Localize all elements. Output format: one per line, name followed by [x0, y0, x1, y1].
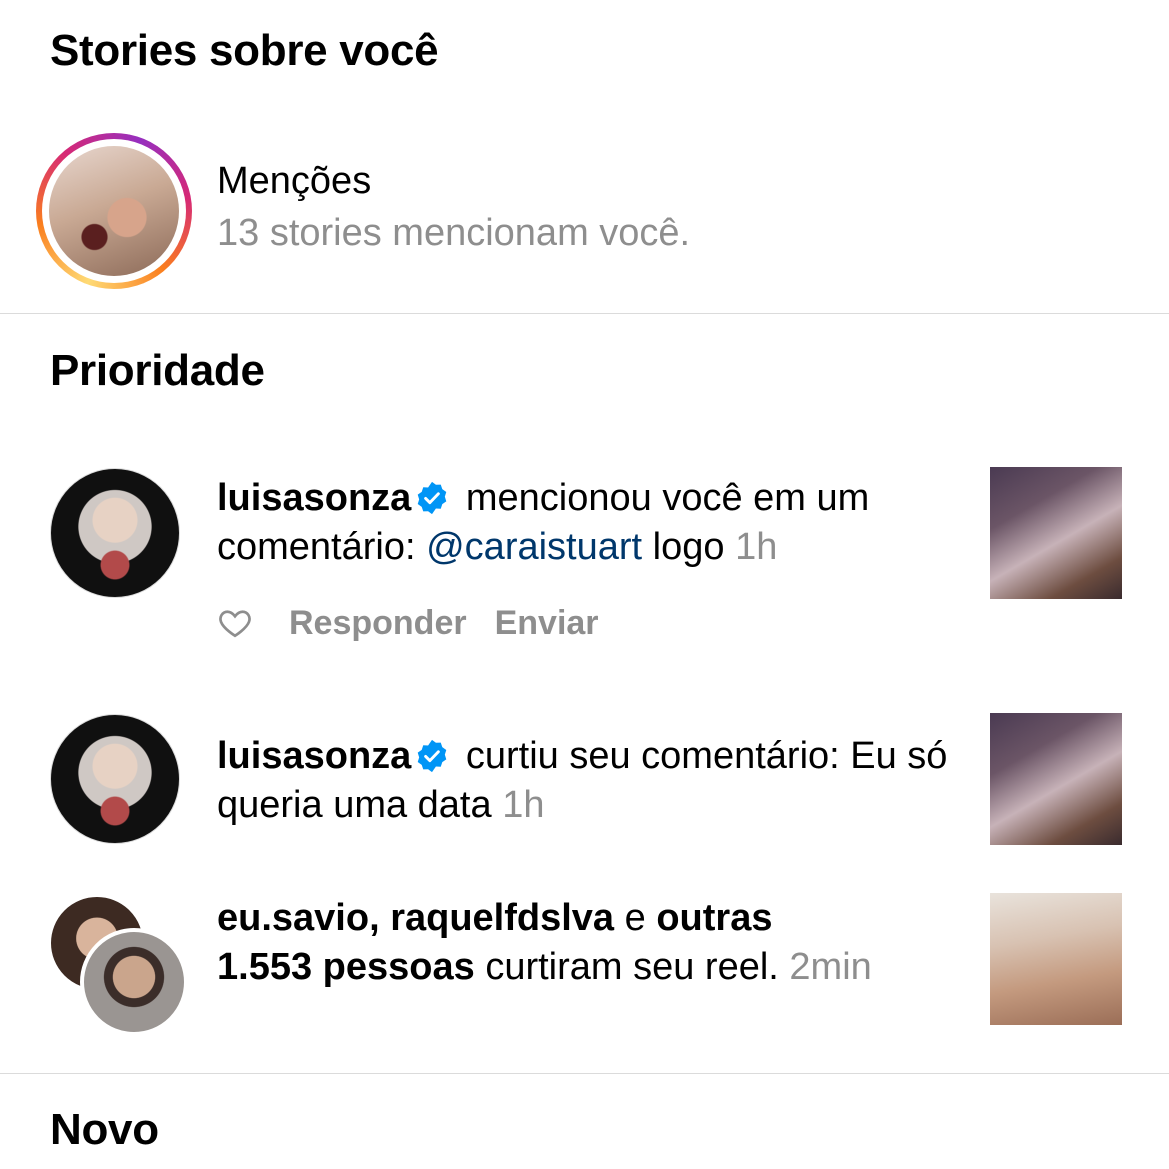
notification-action: curtiram seu reel. [485, 946, 779, 988]
notification-text[interactable]: luisasonza mencionou você em um comentár… [217, 474, 957, 572]
separator: , [369, 897, 380, 939]
post-thumbnail[interactable] [990, 713, 1122, 845]
reel-thumbnail[interactable] [990, 893, 1122, 1025]
mentions-story-avatar[interactable] [36, 133, 192, 289]
avatar-luisasonza[interactable] [50, 714, 180, 844]
priority-section-title: Prioridade [50, 346, 265, 395]
username[interactable]: raquelfdslva [390, 897, 614, 939]
verified-badge-icon [418, 481, 447, 515]
comment-text: logo [652, 526, 725, 568]
new-section-title: Novo [50, 1105, 159, 1154]
notification-text[interactable]: eu.savio, raquelfdslva e outras 1.553 pe… [217, 894, 877, 992]
story-thumbnail [49, 146, 179, 276]
avatar-luisasonza[interactable] [50, 468, 180, 598]
section-divider [0, 1073, 1169, 1074]
username[interactable]: luisasonza [217, 735, 411, 777]
avatar-raquelfdslva[interactable] [80, 928, 188, 1036]
timestamp: 2min [789, 946, 872, 988]
username[interactable]: eu.savio [217, 897, 369, 939]
mentions-title[interactable]: Menções [217, 160, 371, 203]
timestamp: 1h [735, 526, 778, 568]
username[interactable]: luisasonza [217, 477, 411, 519]
mention-link[interactable]: @caraistuart [426, 526, 642, 568]
notification-action: curtiu seu comentário: [465, 735, 840, 777]
connector-text: e [624, 897, 646, 939]
notification-text[interactable]: luisasonza curtiu seu comentário: Eu só … [217, 732, 957, 830]
comment-actions: Responder Enviar [217, 603, 627, 643]
send-button[interactable]: Enviar [495, 604, 599, 643]
timestamp: 1h [502, 784, 545, 826]
reply-button[interactable]: Responder [289, 604, 467, 643]
verified-badge-icon [418, 739, 447, 773]
section-divider [0, 313, 1169, 314]
mentions-subtitle: 13 stories mencionam você. [217, 212, 691, 254]
heart-outline-icon[interactable] [217, 605, 253, 641]
post-thumbnail[interactable] [990, 467, 1122, 599]
stories-section-title: Stories sobre você [50, 26, 439, 75]
